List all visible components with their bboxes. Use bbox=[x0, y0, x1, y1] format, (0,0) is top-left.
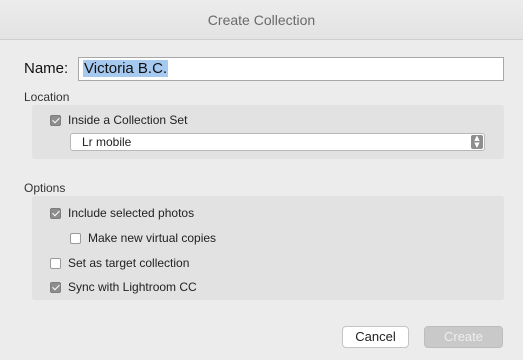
inside-collection-set-label: Inside a Collection Set bbox=[68, 113, 188, 127]
checkbox-unchecked-icon bbox=[50, 257, 61, 269]
include-selected-photos-label: Include selected photos bbox=[68, 206, 195, 220]
create-collection-dialog: Create Collection Name: Victoria B.C. Lo… bbox=[0, 0, 523, 360]
name-row: Name: Victoria B.C. bbox=[24, 57, 504, 81]
make-virtual-copies-checkbox[interactable]: Make new virtual copies bbox=[70, 230, 216, 246]
set-target-collection-checkbox[interactable]: Set as target collection bbox=[50, 255, 189, 271]
name-label: Name: bbox=[24, 60, 69, 77]
checkbox-checked-icon bbox=[50, 114, 61, 126]
checkbox-checked-icon bbox=[50, 281, 61, 293]
include-selected-photos-checkbox[interactable]: Include selected photos bbox=[50, 205, 194, 221]
cancel-button[interactable]: Cancel bbox=[342, 326, 409, 348]
sync-lightroom-label: Sync with Lightroom CC bbox=[68, 280, 197, 294]
sync-lightroom-checkbox[interactable]: Sync with Lightroom CC bbox=[50, 279, 197, 295]
create-button[interactable]: Create bbox=[424, 326, 503, 348]
dialog-title: Create Collection bbox=[0, 0, 523, 40]
checkbox-checked-icon bbox=[50, 207, 61, 219]
name-input[interactable]: Victoria B.C. bbox=[78, 57, 504, 81]
set-target-collection-label: Set as target collection bbox=[68, 256, 190, 270]
collection-set-select[interactable]: Lr mobile ▲ ▼ bbox=[70, 133, 485, 151]
location-heading: Location bbox=[24, 90, 70, 104]
checkbox-unchecked-icon bbox=[70, 232, 81, 244]
collection-set-value: Lr mobile bbox=[82, 135, 132, 149]
options-heading: Options bbox=[24, 181, 66, 195]
updown-chevron-icon: ▲ ▼ bbox=[471, 135, 483, 149]
name-input-value: Victoria B.C. bbox=[83, 60, 169, 77]
inside-collection-set-checkbox[interactable]: Inside a Collection Set bbox=[50, 112, 187, 128]
make-virtual-copies-label: Make new virtual copies bbox=[88, 231, 217, 245]
